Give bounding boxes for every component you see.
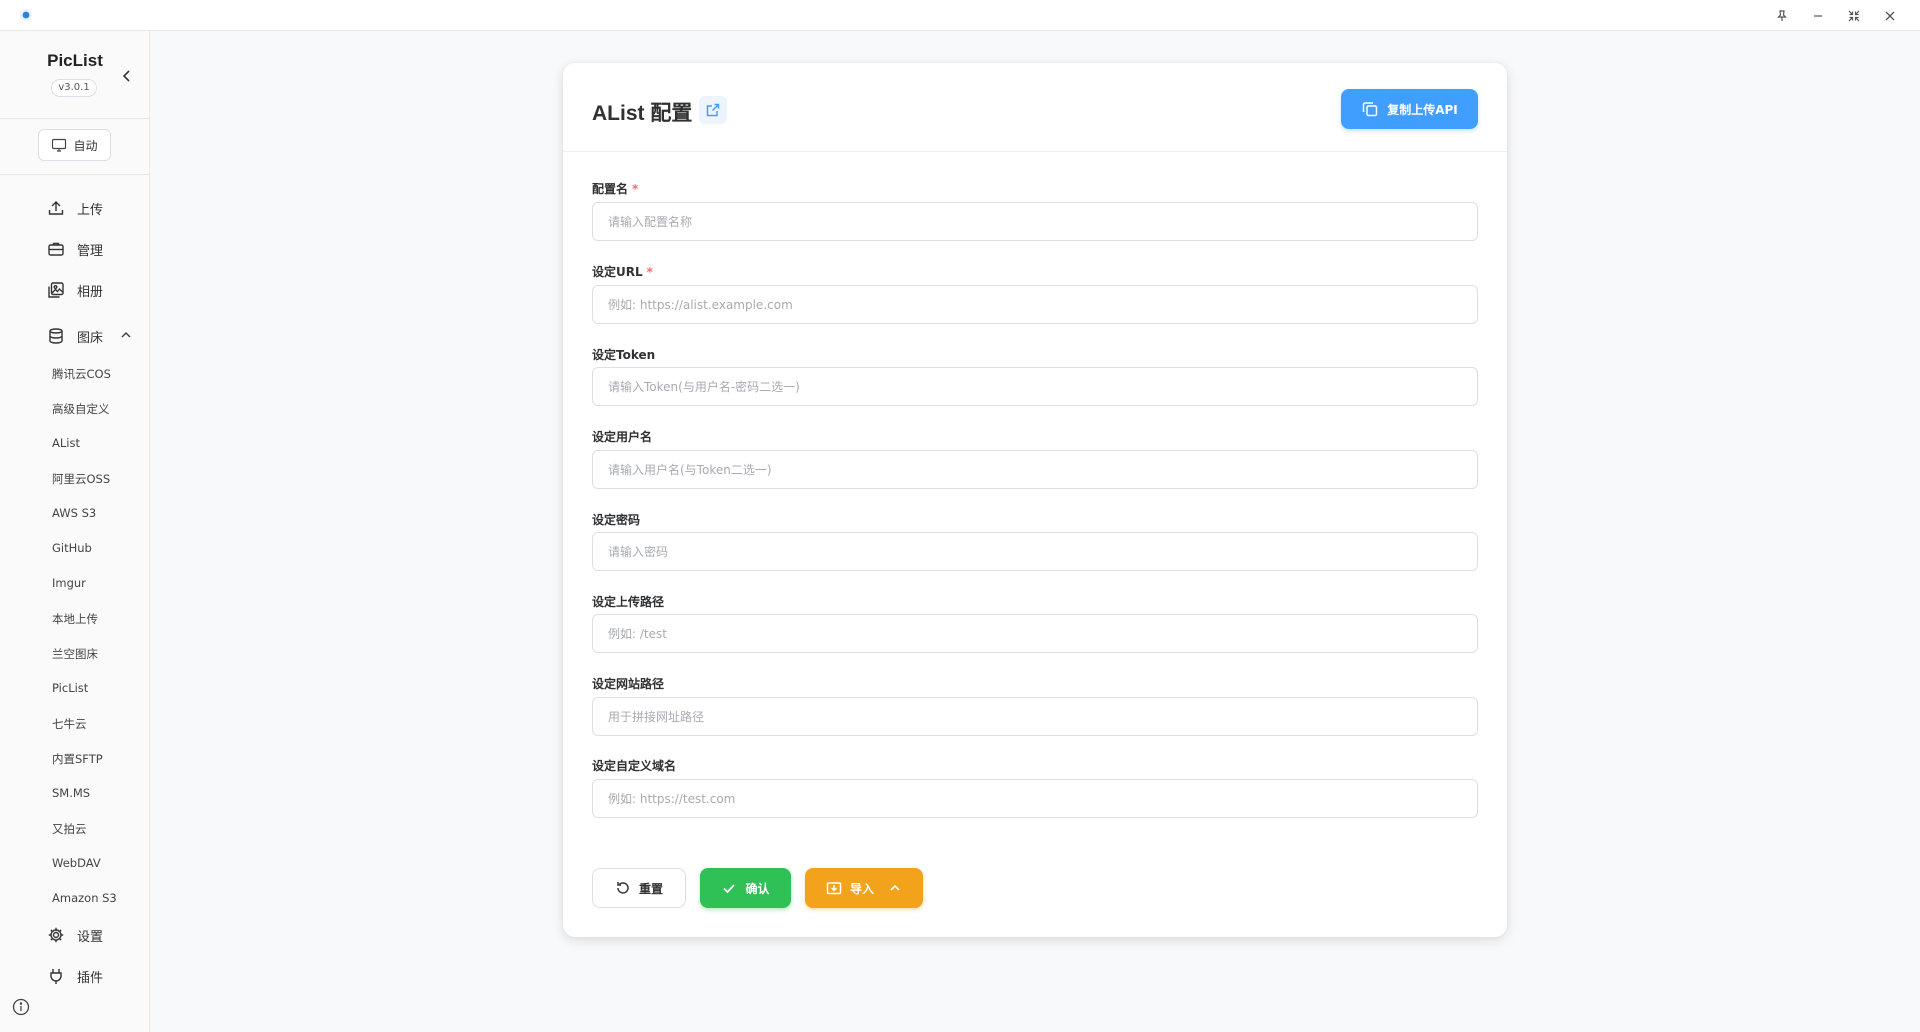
host-item-qiniu[interactable]: 七牛云	[52, 716, 87, 732]
nav-gallery-label: 相册	[77, 284, 104, 300]
host-item-webdav[interactable]: WebDAV	[52, 856, 101, 870]
config-name-label: 配置名 *	[592, 180, 638, 197]
host-item-github[interactable]: GitHub	[52, 541, 92, 555]
nav-upload[interactable]: 上传	[47, 196, 103, 220]
nav-hosts-label: 图床	[77, 330, 104, 346]
nav-gallery[interactable]: 相册	[47, 278, 103, 302]
host-item-lsky[interactable]: 兰空图床	[52, 646, 98, 662]
host-item-aliyun-oss[interactable]: 阿里云OSS	[52, 471, 110, 487]
confirm-button[interactable]: 确认	[700, 868, 791, 908]
web-path-input[interactable]	[592, 697, 1478, 736]
card-header: AList 配置 复制上传API	[563, 63, 1507, 152]
confirm-label: 确认	[745, 881, 770, 896]
page-title: AList 配置	[592, 102, 693, 125]
token-input[interactable]	[592, 367, 1478, 406]
host-item-tencent-cos[interactable]: 腾讯云COS	[52, 366, 111, 382]
restore-button[interactable]	[1844, 6, 1864, 26]
nav-manage[interactable]: 管理	[47, 237, 103, 261]
database-icon	[49, 328, 63, 344]
title-bar	[0, 0, 1920, 31]
copy-upload-api-button[interactable]: 复制上传API	[1341, 89, 1478, 129]
host-item-smms[interactable]: SM.MS	[52, 786, 90, 800]
gear-icon	[48, 927, 64, 943]
pin-button[interactable]	[1772, 6, 1792, 26]
required-mark: *	[632, 182, 639, 196]
external-link-icon	[706, 103, 720, 117]
plug-icon	[50, 969, 62, 984]
close-button[interactable]	[1880, 6, 1900, 26]
nav-settings[interactable]: 设置	[47, 923, 103, 947]
upload-icon	[48, 201, 64, 215]
host-item-upyun[interactable]: 又拍云	[52, 821, 87, 837]
url-input[interactable]	[592, 285, 1478, 324]
host-item-local[interactable]: 本地上传	[52, 611, 98, 627]
chevron-left-icon[interactable]	[118, 67, 136, 85]
custom-domain-input[interactable]	[592, 779, 1478, 818]
theme-mode-label: 自动	[73, 138, 98, 153]
url-label: 设定URL *	[592, 263, 653, 280]
nav-plugins-label: 插件	[77, 970, 104, 986]
copy-icon	[1362, 102, 1378, 117]
config-card: AList 配置 复制上传API 配置名* 设定URL* 设定Token 设定用…	[563, 63, 1507, 937]
username-input[interactable]	[592, 450, 1478, 489]
required-mark: *	[646, 265, 653, 279]
host-item-alist[interactable]: AList	[52, 436, 80, 450]
check-icon	[723, 884, 736, 894]
password-label: 设定密码	[592, 513, 641, 527]
host-item-sftp[interactable]: 内置SFTP	[52, 751, 103, 767]
monitor-icon	[52, 138, 67, 152]
nav-hosts[interactable]: 图床	[47, 324, 103, 348]
open-docs-button[interactable]	[699, 96, 727, 124]
web-path-label: 设定网站路径	[592, 677, 665, 691]
upload-path-label: 设定上传路径	[592, 595, 665, 609]
nav-upload-label: 上传	[77, 202, 104, 218]
reset-button[interactable]: 重置	[592, 868, 686, 908]
minimize-button[interactable]	[1808, 6, 1828, 26]
divider	[0, 118, 150, 119]
nav-plugins[interactable]: 插件	[47, 964, 103, 988]
theme-mode-button[interactable]: 自动	[38, 129, 111, 161]
pin-icon	[1777, 10, 1787, 21]
username-label: 设定用户名	[592, 430, 653, 444]
custom-domain-label: 设定自定义域名	[592, 759, 677, 773]
config-name-label-text: 配置名	[592, 182, 629, 196]
info-icon[interactable]	[12, 998, 30, 1016]
nav-manage-label: 管理	[77, 243, 104, 259]
restore-icon	[1848, 10, 1860, 22]
url-label-text: 设定URL	[592, 265, 643, 279]
host-item-advanced-custom[interactable]: 高级自定义	[52, 401, 110, 417]
upload-path-input[interactable]	[592, 614, 1478, 653]
copy-upload-api-label: 复制上传API	[1387, 102, 1458, 117]
config-name-input[interactable]	[592, 202, 1478, 241]
refresh-icon	[617, 882, 629, 894]
app-logo-icon	[20, 9, 32, 21]
chevron-up-icon[interactable]	[118, 327, 134, 343]
import-label: 导入	[849, 881, 874, 896]
divider	[0, 174, 150, 175]
nav-settings-label: 设置	[77, 929, 104, 945]
briefcase-icon	[48, 242, 64, 256]
host-item-piclist[interactable]: PicList	[52, 681, 88, 695]
host-item-aws-s3[interactable]: AWS S3	[52, 506, 96, 520]
password-input[interactable]	[592, 532, 1478, 571]
close-icon	[1885, 11, 1895, 21]
version-badge: v3.0.1	[51, 79, 97, 97]
reset-label: 重置	[638, 881, 663, 896]
chevron-up-icon	[890, 884, 900, 891]
minimize-icon	[1814, 15, 1822, 17]
host-item-amazon-s3[interactable]: Amazon S3	[52, 891, 117, 905]
sidebar: PicList v3.0.1 自动 上传 管理 相册 图床 腾讯云COS 高级自…	[0, 31, 150, 1032]
images-icon	[48, 282, 64, 298]
download-icon	[826, 882, 842, 895]
import-button[interactable]: 导入	[805, 868, 923, 908]
host-item-imgur[interactable]: Imgur	[52, 576, 86, 590]
token-label: 设定Token	[592, 348, 656, 362]
